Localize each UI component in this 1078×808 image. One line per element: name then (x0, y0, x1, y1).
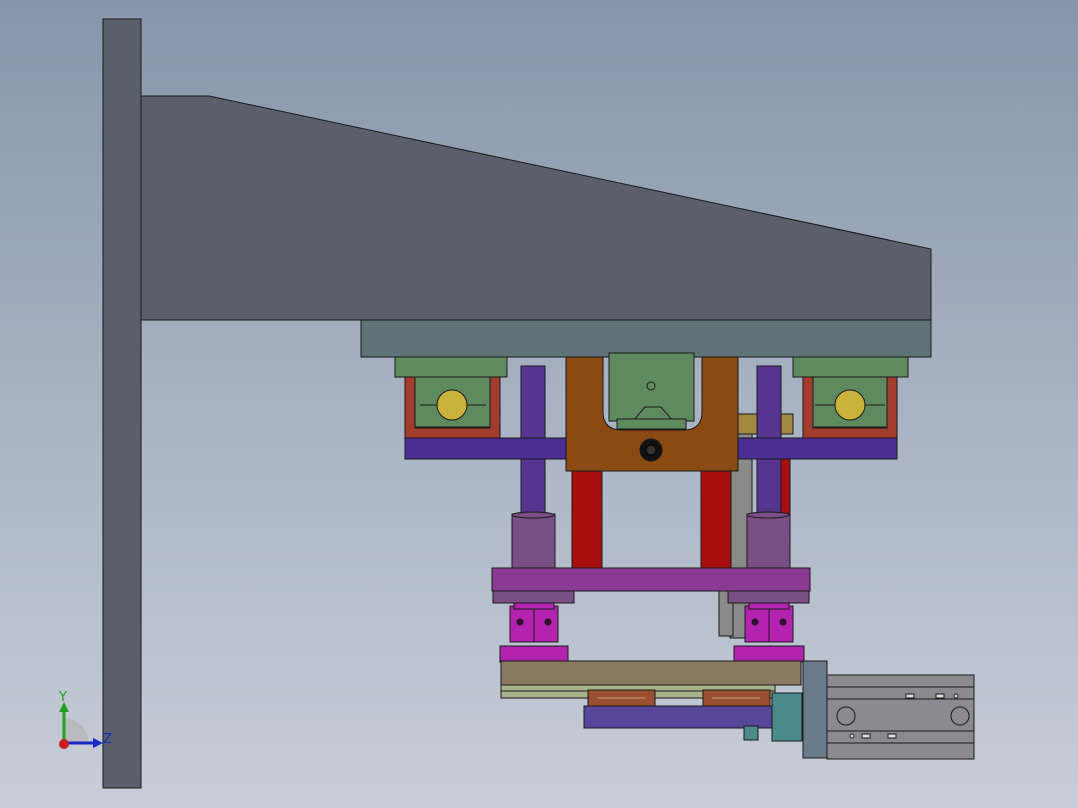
right-guide-rod-lower[interactable] (756, 458, 782, 516)
right-slider-assembly[interactable] (792, 356, 909, 439)
left-clamp[interactable] (499, 602, 569, 663)
right-roller[interactable] (834, 389, 866, 421)
right-guide-bushing[interactable] (746, 513, 791, 571)
right-clamp[interactable] (733, 602, 805, 663)
coupling-rod[interactable] (743, 725, 759, 741)
vertical-column[interactable] (102, 18, 142, 789)
carriage-pin (646, 381, 656, 391)
left-guide-bushing[interactable] (511, 513, 556, 571)
pneumatic-cylinder[interactable] (826, 674, 975, 760)
base-rail[interactable] (500, 660, 802, 686)
left-bushing-top (511, 511, 555, 519)
right-bushing-top (746, 511, 790, 519)
left-red-rod[interactable] (571, 470, 603, 569)
center-carriage[interactable] (565, 352, 739, 472)
mount-plate[interactable] (360, 319, 932, 358)
left-slider-assembly[interactable] (394, 356, 508, 439)
right-red-rod[interactable] (700, 470, 732, 569)
right-slider-block (792, 356, 909, 378)
lift-plate-left-foot[interactable] (492, 590, 575, 604)
right-guide-rod-upper[interactable] (756, 365, 782, 439)
triad-z-label: Z (103, 732, 112, 747)
cad-viewport[interactable]: Y Z (0, 0, 1078, 808)
triad-x-axis (59, 739, 69, 749)
slide-bar[interactable] (583, 705, 773, 729)
lift-plate[interactable] (491, 567, 811, 592)
left-guide-rod-lower[interactable] (520, 458, 546, 516)
left-slider-block (394, 356, 508, 378)
triad-y-label: Y (58, 690, 67, 705)
left-guide-rod-upper[interactable] (520, 365, 546, 439)
coupling-body[interactable] (771, 692, 803, 742)
left-roller[interactable] (436, 389, 468, 421)
carriage-slider-base (616, 418, 687, 430)
lift-plate-right-foot[interactable] (727, 590, 810, 604)
cylinder-endcap[interactable] (802, 660, 828, 759)
